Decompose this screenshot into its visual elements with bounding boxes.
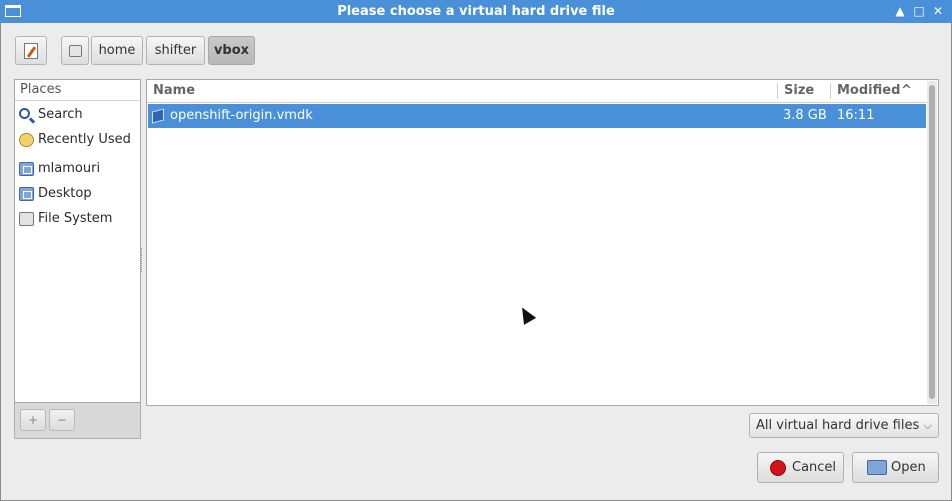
cancel-icon: [770, 460, 786, 476]
desktop-folder-icon: [19, 187, 34, 201]
place-label: Search: [38, 107, 83, 122]
drive-icon: [69, 45, 82, 57]
title-bar: Please choose a virtual hard drive file …: [0, 0, 952, 23]
place-file-system[interactable]: File System: [15, 207, 140, 231]
add-bookmark-button[interactable]: +: [20, 409, 46, 431]
virtual-disk-icon: [152, 108, 164, 124]
place-label: Desktop: [38, 186, 92, 201]
open-button[interactable]: Open: [852, 452, 939, 483]
place-search[interactable]: Search: [15, 103, 140, 127]
edit-location-icon: [24, 43, 38, 59]
file-name: openshift-origin.vmdk: [170, 108, 313, 123]
file-list: Name Size Modified ^ openshift-origin.vm…: [146, 79, 939, 406]
vertical-scrollbar[interactable]: [927, 81, 937, 404]
place-recently-used[interactable]: Recently Used: [15, 128, 140, 152]
open-folder-icon: [867, 460, 887, 475]
column-name[interactable]: Name: [147, 80, 777, 102]
home-folder-icon: [19, 162, 34, 176]
file-type-filter-select[interactable]: All virtual hard drive files ⌵: [749, 413, 939, 438]
places-toolbar: + −: [14, 403, 141, 439]
place-label: mlamouri: [38, 161, 101, 176]
maximize-up-icon[interactable]: ▲: [893, 4, 907, 18]
remove-bookmark-button[interactable]: −: [49, 409, 75, 431]
filter-selected-value: All virtual hard drive files: [756, 418, 920, 433]
cancel-label: Cancel: [792, 460, 837, 475]
sort-ascending-icon: ^: [901, 83, 912, 98]
file-modified: 16:11: [837, 108, 875, 123]
path-segment-shifter[interactable]: shifter: [146, 36, 205, 65]
restore-icon[interactable]: □: [912, 4, 926, 18]
column-modified[interactable]: Modified: [831, 80, 903, 102]
places-sidebar: Places Search Recently Used mlamouri Des…: [14, 79, 141, 403]
place-label: File System: [38, 211, 113, 226]
path-segment-home[interactable]: home: [91, 36, 143, 65]
file-list-header: Name Size Modified ^: [147, 80, 927, 103]
cancel-button[interactable]: Cancel: [757, 452, 844, 483]
open-label: Open: [891, 460, 926, 475]
recent-icon: [19, 133, 34, 147]
window-title: Please choose a virtual hard drive file: [337, 4, 615, 19]
close-icon[interactable]: ✕: [931, 4, 945, 18]
place-desktop[interactable]: Desktop: [15, 182, 140, 206]
path-segment-vbox[interactable]: vbox: [208, 36, 255, 65]
scrollbar-thumb[interactable]: [929, 85, 935, 399]
file-chooser-dialog: home shifter vbox Places Search Recently…: [0, 23, 952, 501]
place-label: Recently Used: [38, 132, 131, 147]
drive-icon: [19, 212, 34, 226]
type-location-button[interactable]: [15, 36, 47, 65]
pane-resize-handle[interactable]: [141, 248, 144, 272]
path-root-button[interactable]: [61, 36, 89, 65]
places-header[interactable]: Places: [15, 80, 140, 101]
column-size[interactable]: Size: [778, 80, 830, 102]
file-size: 3.8 GB: [783, 108, 827, 123]
place-home[interactable]: mlamouri: [15, 157, 140, 181]
chevron-down-icon: ⌵: [923, 419, 932, 432]
file-row-selected[interactable]: openshift-origin.vmdk 3.8 GB 16:11: [148, 104, 926, 128]
search-icon: [19, 108, 30, 119]
